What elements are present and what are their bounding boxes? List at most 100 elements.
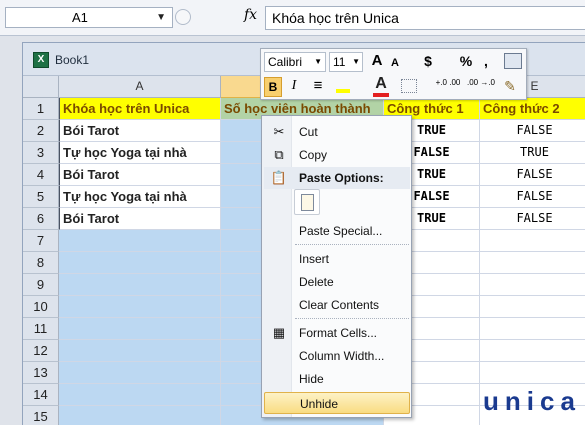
currency-button[interactable]: $ — [421, 52, 435, 72]
cell-a[interactable] — [59, 296, 221, 318]
cell-e[interactable] — [480, 252, 585, 274]
menu-item-clear-contents[interactable]: Clear Contents — [264, 294, 410, 316]
copy-icon: ⧉ — [274, 147, 284, 162]
format-painter-icon[interactable]: ✎ — [501, 77, 519, 97]
cell-e1[interactable]: Công thức 2 — [480, 98, 585, 120]
font-size-value: 11 — [333, 55, 346, 69]
cell-e[interactable] — [480, 340, 585, 362]
menu-item-column-width[interactable]: Column Width... — [264, 345, 410, 367]
paste-page-icon — [301, 194, 314, 211]
cell-a[interactable] — [59, 230, 221, 252]
fill-color-icon[interactable] — [333, 77, 353, 97]
cell-a[interactable]: Bói Tarot — [59, 208, 221, 230]
cell-a[interactable] — [59, 362, 221, 384]
excel-icon: X — [33, 52, 49, 68]
row-header[interactable]: 9 — [23, 274, 59, 296]
menu-label: Column Width... — [299, 349, 385, 363]
row-header[interactable]: 6 — [23, 208, 59, 230]
cell-e[interactable] — [480, 274, 585, 296]
menu-item-paste-special[interactable]: Paste Special... — [264, 220, 410, 242]
menu-item-copy[interactable]: ⧉ Copy — [264, 144, 410, 166]
shrink-font-button[interactable]: A — [388, 54, 402, 74]
cell-a[interactable]: Bói Tarot — [59, 120, 221, 142]
column-header-a[interactable]: A — [59, 76, 221, 98]
menu-item-hide[interactable]: Hide — [264, 368, 410, 390]
row-header[interactable]: 3 — [23, 142, 59, 164]
formula-bar-splitter[interactable] — [175, 9, 191, 25]
cell-e[interactable]: FALSE — [480, 208, 585, 230]
menu-item-insert[interactable]: Insert — [264, 248, 410, 270]
cell-e[interactable] — [480, 296, 585, 318]
cell-a[interactable]: Tự học Yoga tại nhà — [59, 186, 221, 208]
row-header[interactable]: 15 — [23, 406, 59, 425]
row-header[interactable]: 11 — [23, 318, 59, 340]
row-header[interactable]: 5 — [23, 186, 59, 208]
menu-label: Paste Options: — [299, 171, 384, 185]
name-box[interactable]: A1 ▼ — [5, 7, 173, 28]
row-header[interactable]: 7 — [23, 230, 59, 252]
scissors-icon: ✂ — [273, 124, 285, 139]
menu-label: Unhide — [300, 397, 339, 411]
menu-label: Copy — [299, 148, 328, 162]
menu-label: Insert — [299, 252, 330, 266]
formula-input[interactable]: Khóa học trên Unica — [265, 6, 585, 30]
workbook-title: Book1 — [55, 53, 90, 67]
grow-font-button[interactable]: A — [369, 52, 385, 72]
percent-button[interactable]: % — [459, 52, 473, 72]
font-name-box[interactable]: Calibri ▼ — [264, 52, 326, 72]
cell-a[interactable]: Tự học Yoga tại nhà — [59, 142, 221, 164]
row-header[interactable]: 1 — [23, 98, 59, 120]
cell-e[interactable]: TRUE — [480, 142, 585, 164]
row-header[interactable]: 8 — [23, 252, 59, 274]
cell-a[interactable] — [59, 252, 221, 274]
logo-text: unica — [483, 386, 581, 416]
cell-a1[interactable]: Khóa học trên Unica — [59, 98, 221, 120]
menu-label: Paste Special... — [299, 224, 383, 238]
center-align-button[interactable]: ≡ — [309, 77, 327, 97]
menu-item-cut[interactable]: ✂ Cut — [264, 121, 410, 143]
font-name-value: Calibri — [268, 55, 303, 69]
cell-e[interactable] — [480, 230, 585, 252]
comma-button[interactable]: , — [481, 52, 491, 72]
row-header[interactable]: 10 — [23, 296, 59, 318]
clipboard-icon: 📋 — [270, 170, 288, 185]
unica-logo: unica — [483, 386, 581, 417]
row-header[interactable]: 14 — [23, 384, 59, 406]
italic-button[interactable]: I — [287, 77, 301, 97]
cell-a[interactable]: Bói Tarot — [59, 164, 221, 186]
cell-a[interactable] — [59, 318, 221, 340]
insert-function-button[interactable]: fx — [244, 7, 257, 23]
increase-decimal-button[interactable]: +.0 .00 — [433, 78, 463, 98]
cell-e[interactable] — [480, 362, 585, 384]
bold-button[interactable]: B — [264, 77, 282, 97]
cell-e[interactable]: FALSE — [480, 120, 585, 142]
cell-a[interactable] — [59, 274, 221, 296]
borders-icon[interactable] — [401, 79, 417, 93]
paste-option-icon[interactable] — [294, 189, 320, 215]
menu-label: Format Cells... — [299, 326, 378, 340]
font-color-button[interactable]: A — [373, 75, 389, 97]
cell-a[interactable] — [59, 384, 221, 406]
menu-item-format-cells[interactable]: ▦ Format Cells... — [264, 322, 410, 344]
menu-separator — [295, 244, 409, 245]
row-header[interactable]: 12 — [23, 340, 59, 362]
cell-a[interactable] — [59, 406, 221, 425]
chevron-down-icon[interactable]: ▼ — [156, 8, 166, 27]
cell-e[interactable]: FALSE — [480, 186, 585, 208]
menu-label: Cut — [299, 125, 318, 139]
row-header[interactable]: 2 — [23, 120, 59, 142]
chevron-down-icon[interactable]: ▼ — [352, 53, 360, 71]
row-header[interactable]: 4 — [23, 164, 59, 186]
menu-label: Clear Contents — [299, 298, 380, 312]
menu-item-unhide[interactable]: Unhide — [264, 392, 410, 414]
chevron-down-icon[interactable]: ▼ — [314, 53, 322, 71]
format-table-icon[interactable] — [504, 53, 522, 69]
cell-e[interactable] — [480, 318, 585, 340]
cell-a[interactable] — [59, 340, 221, 362]
font-size-box[interactable]: 11 ▼ — [329, 52, 363, 72]
decrease-decimal-button[interactable]: .00 →.0 — [466, 78, 496, 98]
menu-item-delete[interactable]: Delete — [264, 271, 410, 293]
cell-e[interactable]: FALSE — [480, 164, 585, 186]
select-all-corner[interactable] — [23, 76, 59, 98]
row-header[interactable]: 13 — [23, 362, 59, 384]
